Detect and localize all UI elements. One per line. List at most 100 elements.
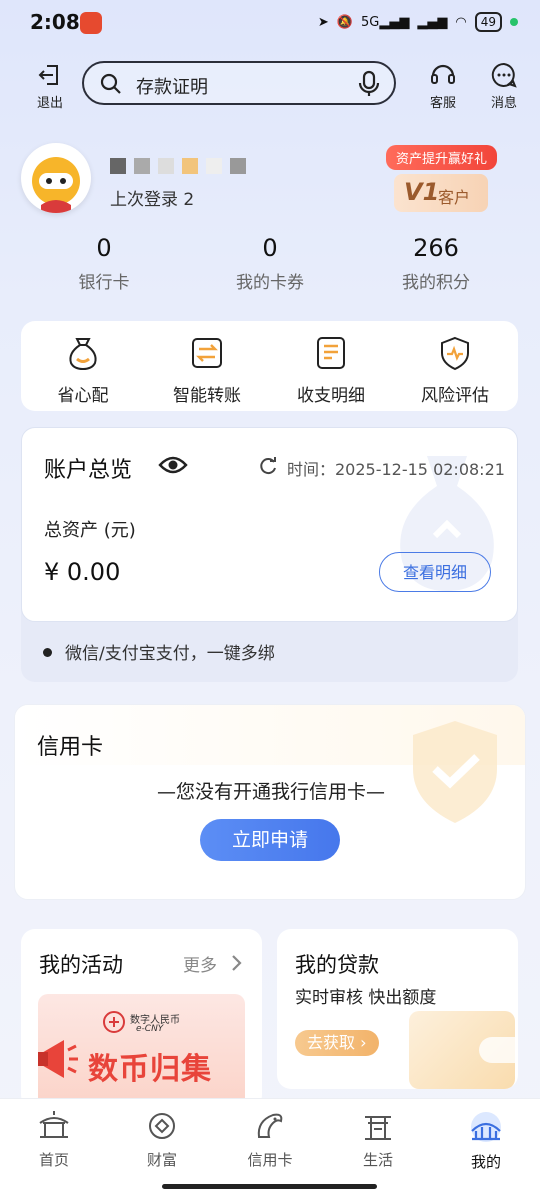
service-label: 客服	[429, 96, 456, 111]
tab-label: 我的	[470, 1153, 501, 1171]
credit-card-section: 信用卡 —您没有开通我行信用卡— 立即申请	[14, 704, 526, 900]
chevron-right-icon[interactable]	[231, 954, 243, 972]
privacy-dot	[510, 18, 518, 26]
status-bar: 2:08 ➤ 🔕 5G▂▄▆ ▂▄▆ ◠ 49	[0, 0, 540, 46]
statement-icon	[317, 337, 345, 369]
quick-action-statement[interactable]: 收支明细	[269, 335, 393, 406]
search-input[interactable]: 存款证明	[136, 73, 208, 99]
avatar[interactable]	[21, 143, 91, 213]
credit-card-bird-icon	[257, 1113, 283, 1138]
tab-label: 财富	[146, 1151, 177, 1169]
quick-action-label: 省心配	[57, 386, 109, 406]
loan-title: 我的贷款	[295, 953, 379, 977]
activities-title: 我的活动	[39, 953, 123, 977]
account-overview-title: 账户总览	[44, 458, 133, 483]
last-login-text: 上次登录 2	[110, 190, 195, 210]
activities-more-link[interactable]: 更多	[183, 951, 217, 976]
tab-mine[interactable]: 我的	[432, 1111, 540, 1172]
shield-check-watermark-icon	[413, 721, 497, 823]
signal-icon-2: ▂▄▆	[417, 14, 448, 30]
account-overview-card: 账户总览 时间：2025-12-15 02:08:21 总资产 (元) ¥ 0.…	[21, 427, 518, 682]
total-assets-value: ¥ 0.00	[44, 558, 121, 586]
search-icon	[100, 73, 121, 94]
eye-icon[interactable]	[158, 454, 188, 476]
refresh-icon[interactable]	[258, 456, 278, 476]
quick-action-label: 风险评估	[421, 386, 489, 406]
apply-now-button[interactable]: 立即申请	[200, 819, 340, 861]
total-assets-label: 总资产 (元)	[44, 520, 136, 541]
credit-card-message: —您没有开通我行信用卡—	[156, 781, 385, 803]
credit-card-title: 信用卡	[37, 735, 104, 760]
my-activities-card[interactable]: 我的活动 更多 数字人民币 e-CNY 数币归集	[21, 929, 262, 1109]
megaphone-icon	[38, 1040, 78, 1078]
quick-action-risk[interactable]: 风险评估	[393, 335, 517, 406]
banner-title: 数币归集	[88, 1052, 212, 1087]
account-summary: 账户总览 时间：2025-12-15 02:08:21 总资产 (元) ¥ 0.…	[21, 427, 518, 622]
level-badge[interactable]: V1 客户	[394, 174, 488, 212]
app-notification-icon	[80, 12, 102, 34]
tab-home[interactable]: 首页	[0, 1111, 108, 1170]
home-pavilion-icon	[39, 1111, 69, 1138]
mute-icon: 🔕	[336, 14, 354, 30]
quick-action-shengxinpei[interactable]: 省心配	[21, 335, 145, 406]
ecny-logo-icon	[103, 1011, 125, 1033]
refresh-time: 时间：2025-12-15 02:08:21	[287, 460, 505, 479]
message-icon	[491, 62, 517, 88]
status-time: 2:08	[30, 10, 80, 34]
stat-label: 我的积分	[402, 273, 470, 293]
activity-banner[interactable]: 数字人民币 e-CNY 数币归集	[38, 994, 245, 1109]
loan-subtitle: 实时审核 快出额度	[295, 988, 437, 1008]
tab-label: 首页	[38, 1151, 69, 1169]
username-masked	[110, 158, 246, 174]
stat-coupons[interactable]: 0 我的卡券	[200, 234, 340, 293]
status-icons: ➤ 🔕 5G▂▄▆ ▂▄▆ ◠ 49	[318, 12, 518, 32]
search-bar[interactable]: 存款证明	[82, 61, 396, 105]
shield-pulse-icon	[441, 336, 469, 371]
tab-wealth[interactable]: 财富	[108, 1111, 216, 1170]
level-suffix: 客户	[438, 188, 471, 207]
get-loan-label: 去获取	[307, 1033, 356, 1052]
stat-points[interactable]: 266 我的积分	[366, 234, 506, 293]
tab-label: 生活	[362, 1151, 393, 1169]
my-loan-card[interactable]: 我的贷款 实时审核 快出额度 去获取 ›	[277, 929, 518, 1089]
stat-label: 银行卡	[78, 273, 130, 293]
life-gate-icon	[365, 1116, 391, 1140]
message-label: 消息	[490, 96, 517, 111]
stat-label: 我的卡券	[236, 273, 304, 293]
chevron-right-icon: ›	[360, 1033, 367, 1052]
wealth-coin-icon	[149, 1113, 175, 1139]
microphone-icon[interactable]	[358, 70, 380, 98]
wallet-illustration-icon	[409, 1011, 515, 1089]
stat-bank-cards[interactable]: 0 银行卡	[34, 234, 174, 293]
level-value: V1	[404, 178, 440, 206]
bind-payment-text[interactable]: 微信/支付宝支付，一键多绑	[65, 639, 275, 664]
signal-icon: 5G▂▄▆	[361, 14, 410, 30]
quick-action-label: 智能转账	[173, 386, 241, 406]
exit-label: 退出	[36, 96, 63, 111]
banner-brand-en: e-CNY	[136, 1024, 164, 1034]
headset-icon	[431, 64, 455, 84]
bullet-dot	[43, 648, 52, 657]
get-loan-button[interactable]: 去获取 ›	[295, 1030, 379, 1056]
wifi-icon: ◠	[455, 14, 467, 30]
stat-value: 0	[262, 234, 278, 262]
location-icon: ➤	[317, 14, 329, 30]
tab-credit-card[interactable]: 信用卡	[216, 1111, 324, 1170]
customer-service-button[interactable]: 客服	[420, 62, 466, 111]
promo-badge[interactable]: 资产提升赢好礼	[386, 145, 498, 170]
quick-action-transfer[interactable]: 智能转账	[145, 335, 269, 406]
exit-icon	[38, 65, 58, 85]
stat-value: 266	[413, 234, 459, 262]
tab-life[interactable]: 生活	[324, 1111, 432, 1170]
battery-icon: 49	[474, 12, 502, 32]
transfer-icon	[192, 338, 222, 368]
wallet-clasp	[479, 1037, 515, 1063]
view-details-button[interactable]: 查看明细	[379, 552, 491, 592]
message-button[interactable]: 消息	[482, 62, 526, 111]
exit-button[interactable]: 退出	[28, 62, 72, 111]
stat-value: 0	[96, 234, 112, 262]
bag-icon	[69, 338, 97, 371]
mine-bridge-icon	[471, 1112, 501, 1142]
quick-actions: 省心配 智能转账 收支明细 风险评估	[21, 321, 518, 411]
avatar-mascot-icon	[32, 157, 80, 213]
